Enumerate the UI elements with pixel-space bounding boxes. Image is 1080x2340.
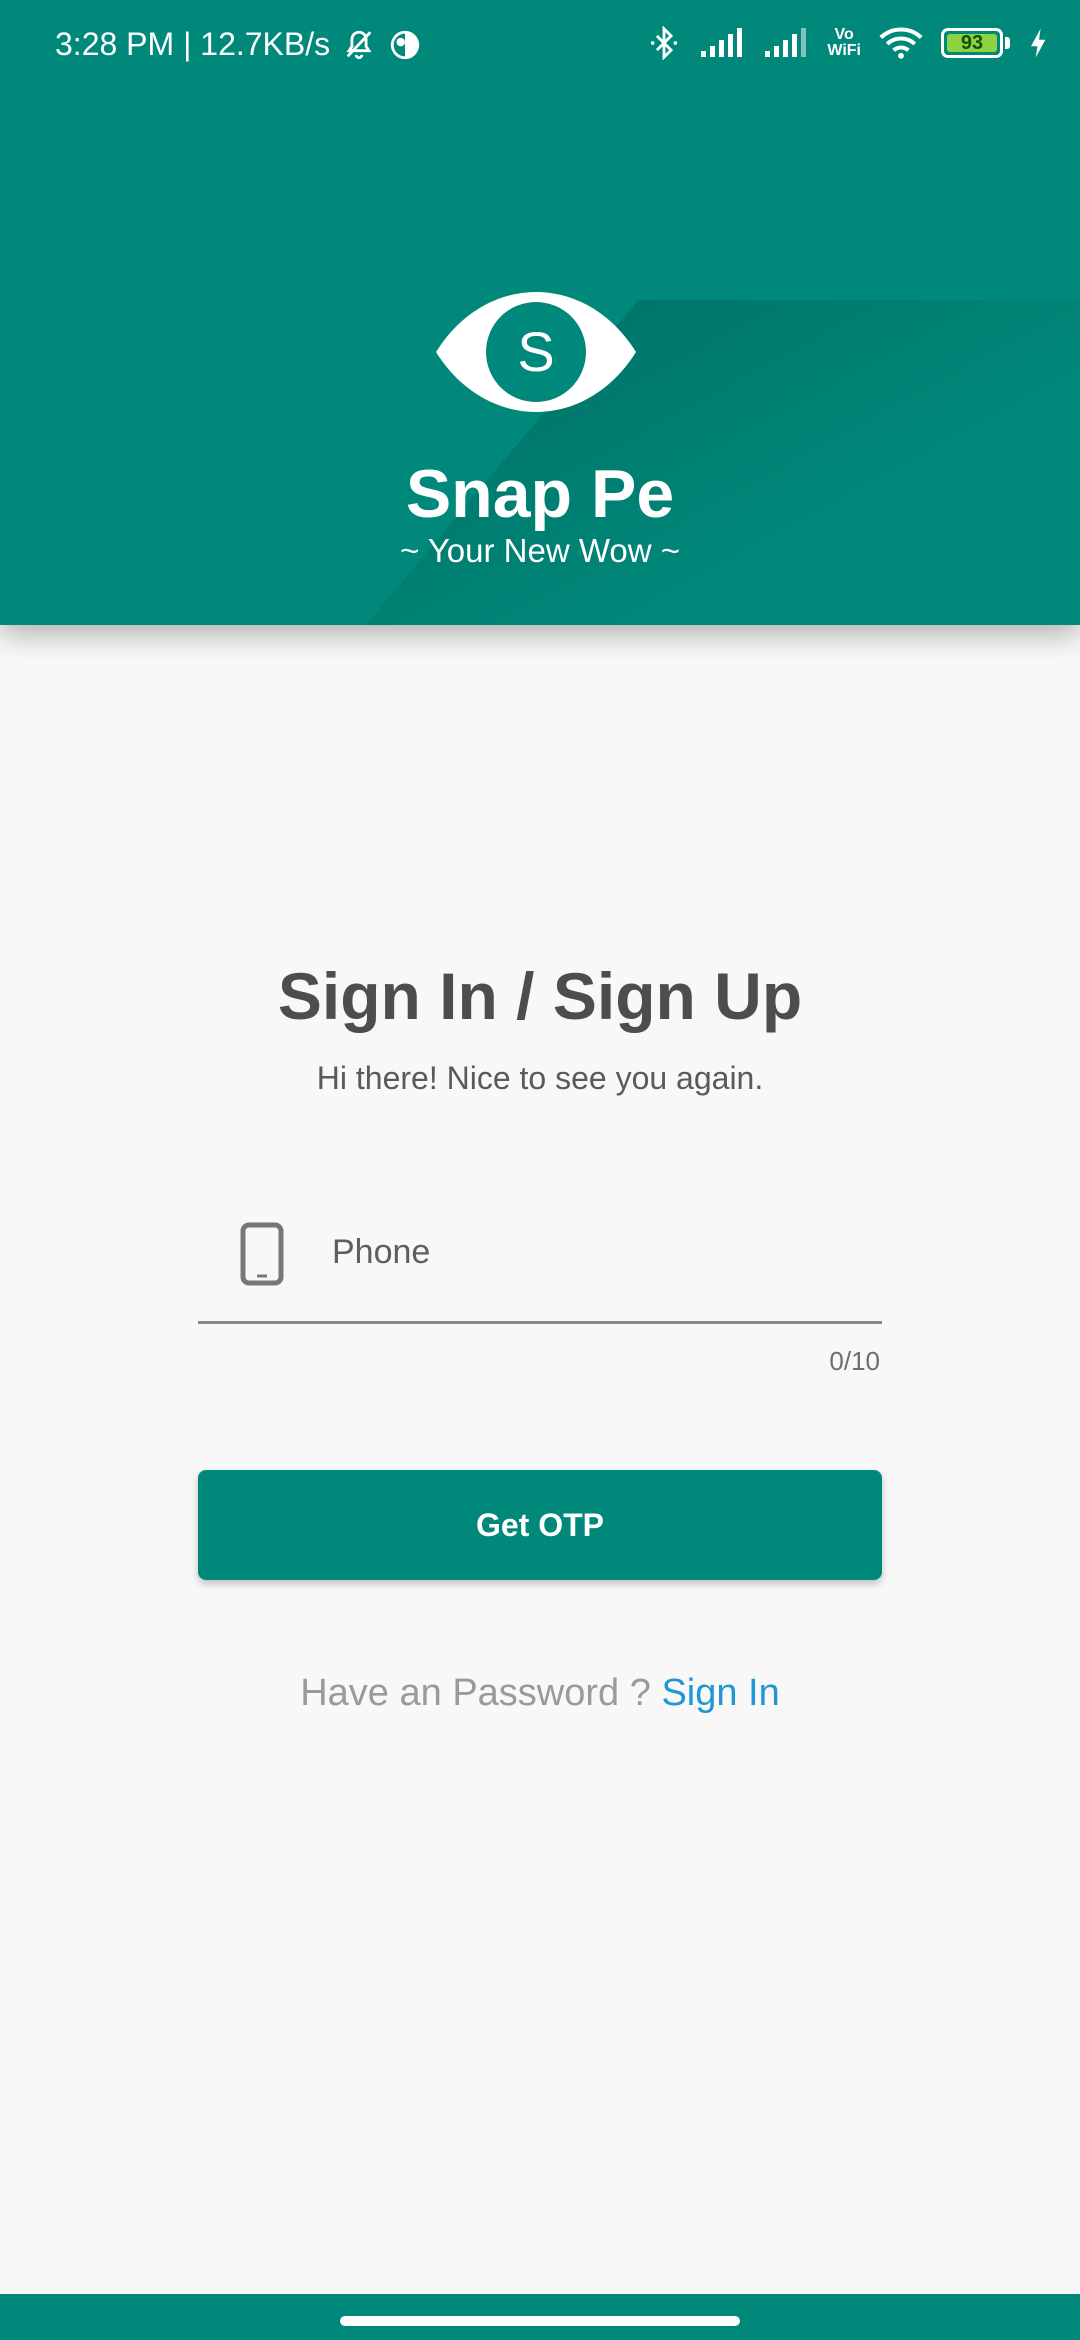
eye-logo-icon: S [436, 292, 636, 412]
status-right: Vo WiFi 93 [647, 26, 1050, 60]
wifi-icon [879, 26, 923, 60]
page-subtitle: Hi there! Nice to see you again. [316, 1060, 764, 1096]
smartphone-icon [240, 1222, 284, 1286]
phone-input[interactable] [330, 1224, 854, 1280]
password-prompt: Have an Password ? [300, 1672, 651, 1714]
battery-body: 93 [941, 28, 1003, 58]
mute-bell-icon [342, 28, 376, 62]
vowifi-icon: Vo WiFi [827, 27, 861, 59]
vowifi-bottom-label: WiFi [827, 42, 861, 59]
get-otp-button[interactable]: Get OTP [198, 1470, 882, 1580]
signal-icon [763, 27, 809, 59]
phone-char-counter: 0/10 [829, 1346, 880, 1376]
app-indicator-icon [388, 28, 422, 62]
phone-field[interactable] [198, 1200, 882, 1324]
bluetooth-icon [647, 26, 681, 60]
battery-icon: 93 [941, 28, 1010, 58]
app-header: 3:28 PM | 12.7KB/s Vo WiFi 93 S Snap Pe … [0, 0, 1080, 625]
app-logo: S [431, 272, 641, 432]
status-bar: 3:28 PM | 12.7KB/s Vo WiFi 93 [0, 0, 1080, 96]
logo-letter: S [517, 320, 554, 383]
sign-in-link[interactable]: Sign In [661, 1672, 779, 1714]
signal-icon [699, 27, 745, 59]
app-tagline: ~ Your New Wow ~ [399, 532, 681, 569]
navigation-bar [0, 2294, 1080, 2340]
home-indicator[interactable] [340, 2316, 740, 2326]
page-title: Sign In / Sign Up [277, 959, 803, 1033]
vowifi-top-label: Vo [834, 26, 854, 43]
charging-icon [1028, 27, 1050, 59]
app-name: Snap Pe [405, 456, 675, 532]
battery-cap [1005, 37, 1010, 49]
status-time-speed: 3:28 PM | 12.7KB/s [55, 26, 331, 62]
password-signin-row: Have an Password ? Sign In [0, 1672, 1080, 1715]
status-left: 3:28 PM | 12.7KB/s [55, 26, 422, 63]
battery-level: 93 [960, 31, 984, 54]
